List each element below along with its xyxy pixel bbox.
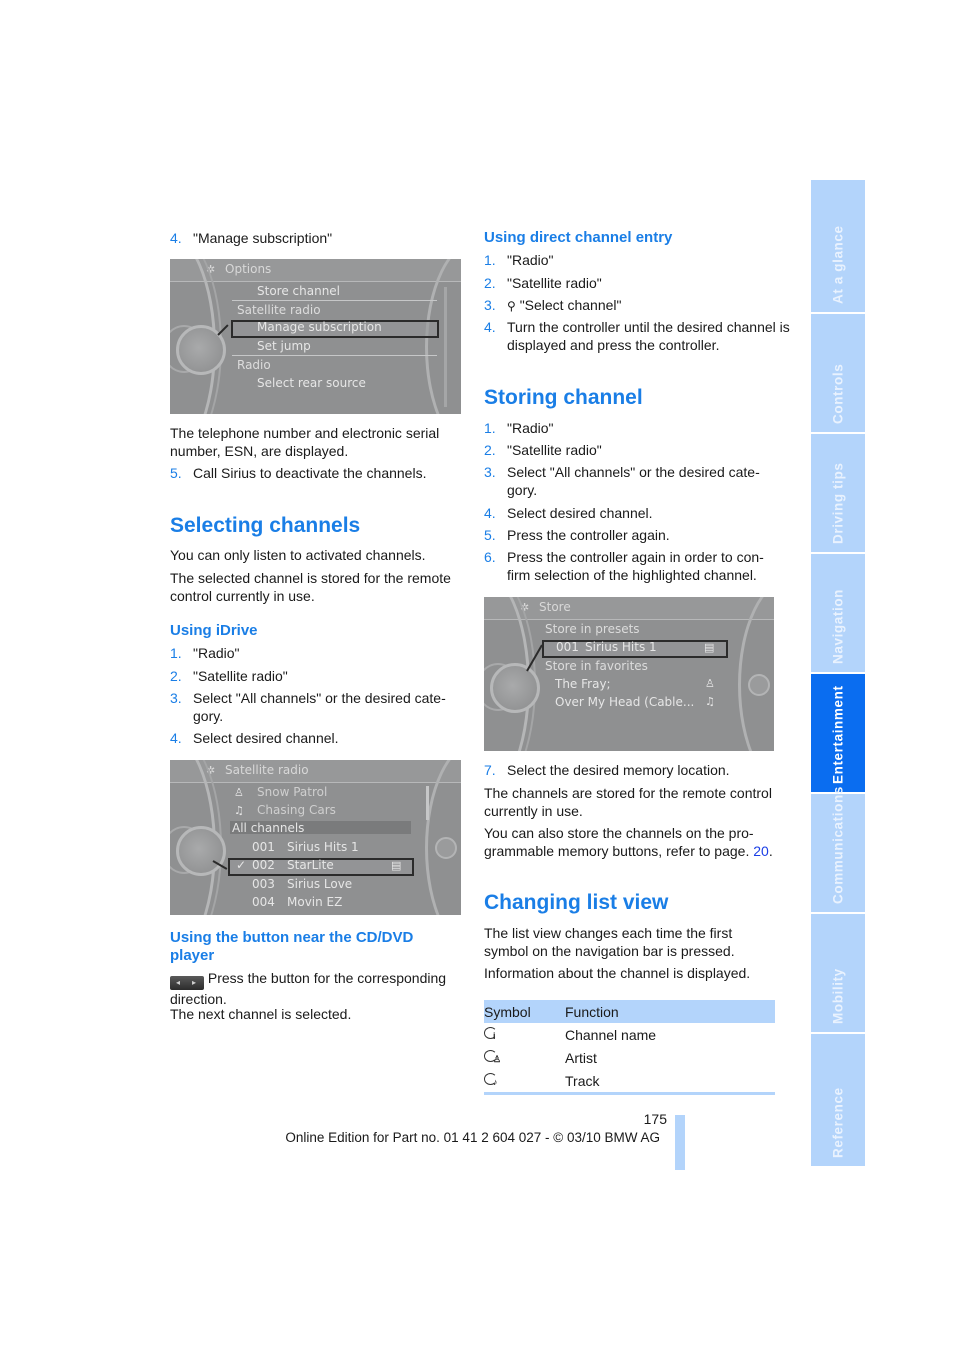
preset-name[interactable]: Sirius Hits 1	[585, 640, 657, 654]
paragraph: You can only listen to activated channel…	[170, 547, 426, 563]
list-item: 5. Call Sirius to deactivate the channel…	[170, 465, 427, 481]
screen-title: Store	[539, 600, 571, 614]
column-header: Symbol	[484, 1000, 565, 1023]
section-heading: Storing channel	[484, 386, 643, 409]
artist-icon: ♙	[234, 786, 244, 799]
preset-icon: ▤	[704, 641, 715, 654]
music-note-icon: ♫	[705, 695, 715, 708]
music-note-icon: ♫	[234, 804, 244, 817]
paragraph: The selected channel is stored for the r…	[170, 570, 451, 604]
page-link[interactable]: 20	[753, 843, 769, 859]
options-screen: ✲ Options Store channel Satellite radio M…	[170, 259, 461, 414]
satellite-radio-screen: ✲ Satellite radio ♙ Snow Patrol ♫ Chasing…	[170, 760, 461, 915]
favorite-item[interactable]: The Fray;	[555, 677, 611, 691]
option-button-icon	[748, 674, 770, 696]
channel-number: 002	[252, 858, 275, 872]
menu-item[interactable]: Select rear source	[257, 376, 366, 390]
sidebar-tab-reference[interactable]: Reference	[811, 1034, 865, 1166]
menu-item[interactable]: Set jump	[257, 339, 311, 353]
sidebar-tab-at-a-glance[interactable]: At a glance	[811, 180, 865, 312]
track-view-icon: ♪	[484, 1072, 500, 1087]
list-item: 2. "Satellite radio"	[484, 442, 602, 458]
channel-number: 003	[252, 877, 275, 891]
list-item: 3. Select "All channels" or the desired c…	[484, 464, 760, 498]
channel-number: 004	[252, 895, 275, 909]
sidebar-tab-navigation[interactable]: Navigation	[811, 554, 865, 672]
list-item: 1. "Radio"	[484, 420, 554, 436]
edition-footer: Online Edition for Part no. 01 41 2 604 …	[285, 1130, 660, 1145]
paragraph: The list view changes each time the firs…	[484, 925, 735, 959]
table-row: ♪ Track	[484, 1069, 775, 1094]
preset-icon: ▤	[391, 859, 402, 872]
subsection-heading: Using the button near the CD/DVD player	[170, 929, 414, 964]
screen-title: Satellite radio	[225, 763, 309, 777]
paragraph: ◂ ▸ Press the button for the correspondin…	[170, 970, 447, 1007]
table-row: i Channel name	[484, 1023, 775, 1046]
list-item: 2. "Satellite radio"	[170, 668, 288, 684]
list-item: 4. "Manage subscription"	[170, 230, 333, 246]
section-heading: Changing list view	[484, 891, 669, 914]
now-playing-artist: Snow Patrol	[257, 785, 328, 799]
paragraph: The channels are stored for the remote c…	[484, 785, 772, 819]
list-item: 4. Turn the controller until the desired …	[484, 319, 790, 353]
list-item: 1. "Radio"	[484, 252, 554, 268]
artist-icon: ♙	[705, 677, 715, 690]
channel-search-icon: ⚲	[507, 299, 516, 313]
preset-number: 001	[556, 640, 579, 654]
artist-view-icon: ♙	[484, 1049, 501, 1064]
list-item: 4. Select desired channel.	[170, 730, 339, 746]
channel-name[interactable]: Sirius Hits 1	[287, 840, 359, 854]
table-header: Symbol Function	[484, 1000, 775, 1023]
controller-knob	[490, 663, 540, 713]
list-item: 4. Select desired channel.	[484, 505, 653, 521]
subsection-heading: Using direct channel entry	[484, 229, 673, 246]
menu-category: Satellite radio	[237, 303, 321, 317]
sidebar-tab-mobility[interactable]: Mobility	[811, 914, 865, 1032]
list-item: 5. Press the controller again.	[484, 527, 670, 543]
column-header: Function	[565, 1000, 775, 1023]
channel-name-selected[interactable]: StarLite	[287, 858, 334, 872]
sidebar-tab-driving-tips[interactable]: Driving tips	[811, 434, 865, 552]
channel-name[interactable]: Movin EZ	[287, 895, 342, 909]
subsection-heading: Using iDrive	[170, 622, 258, 639]
list-item: 7. Select the desired memory location.	[484, 762, 730, 778]
channel-name-icon: i	[484, 1026, 500, 1041]
menu-category: Store in presets	[545, 622, 640, 636]
check-icon: ✓	[236, 858, 247, 872]
menu-item-selected[interactable]: Manage subscription	[257, 320, 382, 334]
list-item: 6. Press the controller again in order to…	[484, 549, 764, 583]
page-marker	[675, 1115, 685, 1170]
list-item: 2. "Satellite radio"	[484, 275, 602, 291]
menu-category: Store in favorites	[545, 659, 648, 673]
option-button-icon	[435, 837, 457, 859]
channel-number: 001	[252, 840, 275, 854]
paragraph: The next channel is selected.	[170, 1006, 352, 1022]
sidebar-tab-controls[interactable]: Controls	[811, 314, 865, 432]
list-item: 3. Select "All channels" or the desired c…	[170, 690, 446, 724]
cd-dvd-direction-button-icon: ◂ ▸	[170, 976, 204, 990]
list-item: 1. "Radio"	[170, 645, 240, 661]
sidebar-tab-entertainment[interactable]: Entertainment	[811, 674, 865, 792]
menu-item[interactable]: Store channel	[257, 284, 340, 298]
channel-name[interactable]: Sirius Love	[287, 877, 352, 891]
favorite-item[interactable]: Over My Head (Cable...	[555, 695, 694, 709]
now-playing-track: Chasing Cars	[257, 803, 336, 817]
paragraph: You can also store the channels on the p…	[484, 825, 773, 859]
controller-knob	[176, 826, 226, 876]
paragraph: Information about the channel is display…	[484, 965, 751, 981]
sidebar-tab-communications[interactable]: Communications	[811, 786, 865, 912]
page-number: 175	[643, 1111, 667, 1127]
symbol-table: Symbol Function i Channel name ♙ Artist …	[484, 1000, 775, 1095]
table-row: ♙ Artist	[484, 1046, 775, 1069]
list-item: 3. ⚲ "Select channel"	[484, 297, 622, 313]
store-screen: ✲ Store Store in presets 001 Sirius Hits …	[484, 597, 774, 751]
category-label[interactable]: All channels	[232, 821, 304, 835]
section-heading: Selecting channels	[170, 514, 361, 537]
screen-title: Options	[225, 262, 272, 276]
esn-text: The telephone number and electronic seri…	[170, 425, 440, 459]
screen-header: ✲ Options	[170, 259, 461, 282]
menu-category: Radio	[237, 358, 271, 372]
